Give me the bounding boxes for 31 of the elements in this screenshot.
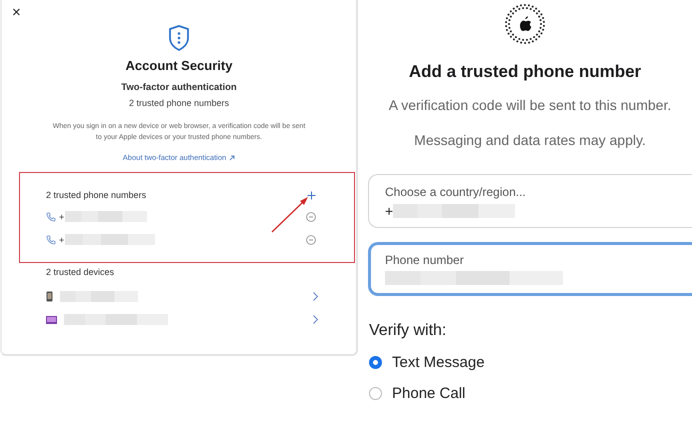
laptop-icon [46,316,57,324]
phone-number: + [59,234,64,244]
remove-icon[interactable] [306,212,316,222]
radio-button[interactable] [369,356,382,369]
external-link-icon [229,154,236,160]
option-label[interactable]: Text Message [392,354,485,371]
section-heading: 2 trusted phone numbers [46,190,146,200]
phone-icon [46,212,56,222]
panel-title: Account Security [126,58,232,73]
phone-number: + [59,212,64,222]
remove-icon[interactable] [306,234,316,244]
input-field[interactable]: Choose a country/region... + [368,174,692,228]
section-heading: 2 trusted devices [46,267,116,279]
verify-label: Verify with: [368,322,448,340]
radio-button[interactable] [369,387,382,400]
summary-text: 2 trusted phone numbers [128,98,230,108]
chevron-right-icon[interactable] [313,315,318,324]
option-label[interactable]: Phone Call [392,385,466,402]
info-text: Messaging and data rates may apply. [413,132,646,148]
subtitle: Two-factor authentication [121,82,237,93]
dialog-title: Add a trusted phone number [408,62,642,82]
close-button[interactable]: × [12,4,21,21]
pointer-arrow [270,194,310,234]
chevron-right-icon[interactable] [313,292,318,301]
info-text: A verification code will be sent to this number. [388,97,672,113]
input-field[interactable]: Phone number [368,242,692,296]
phone-icon [46,234,56,244]
apple-logo-icon [503,2,547,46]
phone-device-icon [46,291,53,302]
shield-icon [168,24,190,52]
add-icon[interactable] [307,190,316,200]
